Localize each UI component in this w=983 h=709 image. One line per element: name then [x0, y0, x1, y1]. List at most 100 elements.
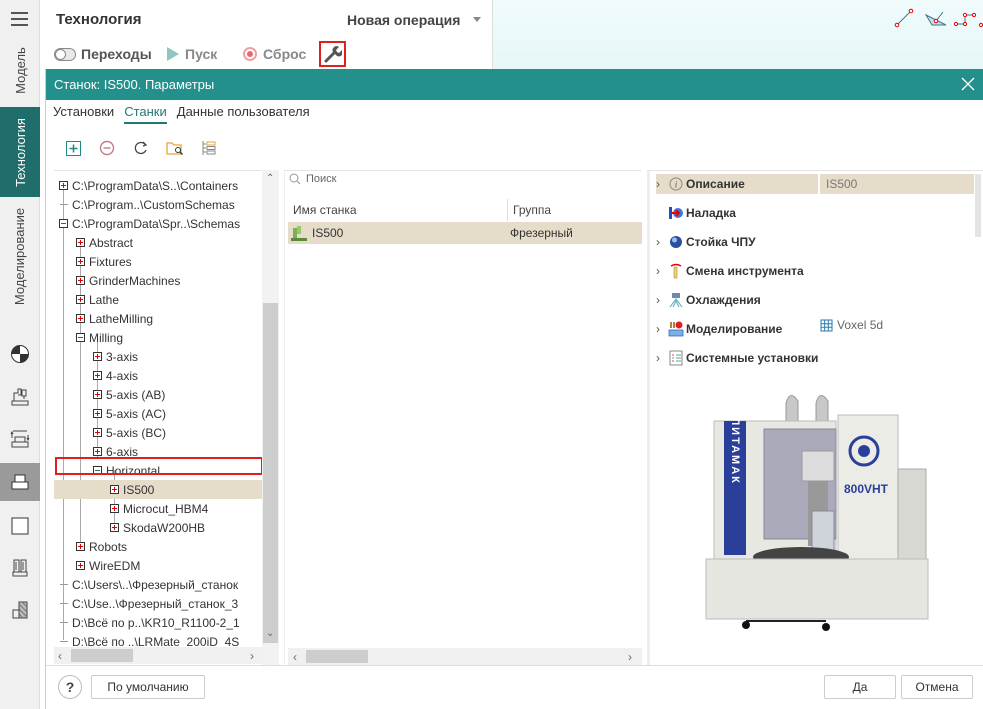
setup-icon[interactable]	[8, 427, 32, 451]
expand-icon[interactable]	[76, 276, 85, 285]
list-row[interactable]: IS500 Фрезерный	[288, 222, 642, 244]
tree-vertical-scrollbar[interactable]: ⌃ ⌄	[262, 170, 279, 665]
property-coolant[interactable]: › Охлаждения	[656, 290, 761, 310]
properties-scrollbar[interactable]	[975, 174, 981, 237]
scroll-left-icon[interactable]: ‹	[58, 649, 62, 663]
tree-item[interactable]: Lathe	[54, 290, 119, 309]
tree-item[interactable]: WireEDM	[54, 556, 140, 575]
tree-item[interactable]: C:\Program..\CustomSchemas	[54, 195, 235, 214]
tree-item[interactable]: Microcut_HBM4	[54, 499, 208, 518]
chevron-right-icon[interactable]: ›	[656, 351, 668, 365]
tree-item[interactable]: 5-axis (AB)	[54, 385, 165, 404]
ok-button[interactable]: Да	[824, 675, 896, 699]
wrench-button[interactable]	[319, 41, 346, 67]
expand-icon[interactable]	[110, 523, 119, 532]
run-button[interactable]: Пуск	[166, 46, 217, 62]
cancel-button[interactable]: Отмена	[901, 675, 973, 699]
tree-item[interactable]: Robots	[54, 537, 127, 556]
tree-item[interactable]: C:\Use..\Фрезерный_станок_3	[54, 594, 238, 613]
stock-icon[interactable]	[8, 514, 32, 538]
tree-item[interactable]: D:\Всё по р..\KR10_R1100-2_1	[54, 613, 240, 632]
tree-item[interactable]: IS500	[54, 480, 262, 499]
expand-icon[interactable]	[93, 447, 102, 456]
expand-icon[interactable]	[110, 504, 119, 513]
chevron-right-icon[interactable]: ›	[656, 322, 668, 336]
property-simulation[interactable]: › Моделирование	[656, 319, 782, 339]
workpiece-icon[interactable]	[0, 463, 40, 501]
close-icon[interactable]	[961, 77, 975, 91]
tree-item[interactable]: 3-axis	[54, 347, 138, 366]
default-button[interactable]: По умолчанию	[91, 675, 205, 699]
expand-icon[interactable]	[76, 561, 85, 570]
property-setup[interactable]: Наладка	[656, 203, 736, 223]
expand-icon[interactable]	[93, 390, 102, 399]
scroll-up-icon[interactable]: ⌃	[266, 173, 274, 184]
folder-search-icon[interactable]	[166, 139, 184, 157]
chevron-right-icon[interactable]: ›	[656, 235, 668, 249]
scroll-right-icon[interactable]: ›	[250, 649, 254, 663]
column-header-group[interactable]: Группа	[513, 203, 551, 217]
expand-icon[interactable]	[93, 371, 102, 380]
expand-icon[interactable]	[76, 295, 85, 304]
scrollbar-thumb[interactable]	[263, 303, 278, 643]
fixture-icon[interactable]	[8, 556, 32, 580]
machine-tree[interactable]: C:\ProgramData\S..\Containers C:\Program.…	[54, 170, 279, 665]
help-button[interactable]: ?	[58, 675, 82, 699]
scroll-right-icon[interactable]: ›	[628, 650, 632, 664]
tree-item[interactable]: Milling	[54, 328, 123, 347]
expand-icon[interactable]	[59, 181, 68, 190]
chevron-right-icon[interactable]: ›	[656, 177, 668, 191]
sidebar-tab-model[interactable]: Модель	[0, 36, 40, 104]
expand-icon[interactable]	[93, 409, 102, 418]
scroll-down-icon[interactable]: ⌄	[266, 628, 274, 639]
chevron-down-icon[interactable]	[473, 17, 481, 22]
property-cnc[interactable]: › Стойка ЧПУ	[656, 232, 756, 252]
tab-user-data[interactable]: Данные пользователя	[177, 104, 310, 124]
tree-item[interactable]: 4-axis	[54, 366, 138, 385]
property-description[interactable]: › i Описание IS500	[656, 174, 974, 194]
scroll-left-icon[interactable]: ‹	[293, 650, 297, 664]
collapse-icon[interactable]	[59, 219, 68, 228]
chevron-right-icon[interactable]: ›	[656, 293, 668, 307]
column-header-name[interactable]: Имя станка	[293, 203, 357, 217]
refresh-icon[interactable]	[132, 139, 150, 157]
property-system-settings[interactable]: › Системные установки	[656, 348, 818, 368]
tree-item[interactable]: LatheMilling	[54, 309, 153, 328]
part-icon[interactable]	[8, 598, 32, 622]
search-input[interactable]: Поиск	[289, 173, 336, 185]
reset-button[interactable]: Сброс	[242, 46, 306, 62]
expand-icon[interactable]	[76, 238, 85, 247]
expand-icon[interactable]	[110, 485, 119, 494]
transitions-toggle[interactable]: Переходы	[54, 46, 152, 62]
tree-item[interactable]: Fixtures	[54, 252, 132, 271]
tree-view-icon[interactable]	[200, 139, 218, 157]
list-horizontal-scrollbar[interactable]: ‹ ›	[288, 648, 642, 665]
tree-item[interactable]: C:\Users\..\Фрезерный_станок	[54, 575, 238, 594]
tab-setups[interactable]: Установки	[53, 104, 114, 124]
remove-icon[interactable]	[98, 139, 116, 157]
3d-viewport[interactable]	[492, 0, 983, 70]
expand-icon[interactable]	[76, 257, 85, 266]
expand-icon[interactable]	[76, 542, 85, 551]
scrollbar-thumb[interactable]	[306, 650, 368, 663]
hamburger-menu-icon[interactable]	[11, 12, 28, 26]
scrollbar-thumb[interactable]	[71, 649, 133, 662]
tree-item[interactable]: C:\ProgramData\S..\Containers	[54, 176, 238, 195]
property-value-voxel[interactable]: Voxel 5d	[820, 318, 883, 332]
tree-horizontal-scrollbar[interactable]: ‹ ›	[54, 647, 264, 664]
property-tool-change[interactable]: › Смена инструмента	[656, 261, 804, 281]
tree-item[interactable]: SkodaW200HB	[54, 518, 205, 537]
expand-icon[interactable]	[93, 352, 102, 361]
expand-icon[interactable]	[93, 428, 102, 437]
ball-icon[interactable]	[8, 342, 32, 366]
new-operation-dropdown[interactable]: Новая операция	[347, 12, 460, 28]
collapse-icon[interactable]	[76, 333, 85, 342]
tree-item[interactable]: Abstract	[54, 233, 133, 252]
expand-icon[interactable]	[76, 314, 85, 323]
sidebar-tab-simulation[interactable]: Моделирование	[0, 200, 40, 312]
machine-icon[interactable]	[8, 385, 32, 409]
sidebar-tab-technology[interactable]: Технология	[0, 107, 40, 197]
tab-machines[interactable]: Станки	[124, 104, 167, 124]
add-icon[interactable]	[64, 139, 82, 157]
property-value[interactable]: IS500	[818, 174, 857, 194]
